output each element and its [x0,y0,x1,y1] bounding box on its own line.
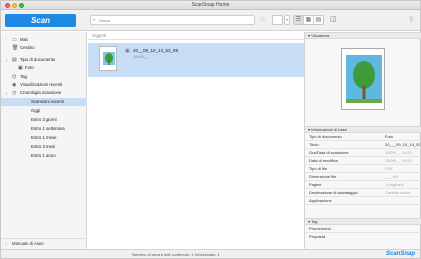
brand-logo: ScanSnap [386,251,416,257]
info-row-destination: Destinazione di salvataggio Cartella loca… [305,189,421,197]
info-row-scan-date: Ora/Data di scansione 10/09/__ 14:53 [305,149,421,157]
tag-icon: ⌬ [12,74,17,80]
share-icon[interactable]: ⇪ [408,14,415,26]
chevron-right-icon: › [5,241,7,246]
sidebar-item-1-year[interactable]: Entro 1 anno [1,152,87,160]
sidebar-item-recent-views[interactable]: ◉ Visualizzazioni recenti [1,81,87,89]
sidebar-item-trash[interactable]: 🗑 Cestino [1,44,87,52]
sidebar-item-recent-scans[interactable]: Scansioni recenti [1,98,87,106]
trash-icon: 🗑 [12,45,19,51]
status-bar: Numero di record dell contenuto: 1 Selez… [1,249,420,258]
photo-icon: ▣ [18,65,23,71]
list-item[interactable]: ▣ 20__09_10_14_53_59 10/09/__ [88,43,304,77]
scan-button[interactable]: Scan [5,14,76,27]
info-row-modified-date: Data di modifica 10/09/__ 14:53 [305,157,421,165]
list-view-icon[interactable]: ☰ [294,16,304,24]
tag-section-header[interactable]: ▾ Tag [305,218,421,225]
document-thumbnail [99,46,117,71]
sidebar-item-1-week[interactable]: Entro 1 settimana [1,125,87,133]
grid-view-icon[interactable]: ▦ [304,16,314,24]
search-box[interactable]: ⌕ [90,15,255,25]
clock-icon: ◷ [12,90,17,96]
info-row-doc-type: Tipo di documento Foto [305,133,421,141]
info-row-pages: Pagine 1 pagina/e [305,181,421,189]
list-header: Oggetti [88,32,304,40]
star-icon[interactable]: ☆ [259,15,266,25]
status-text: Numero di record dell contenuto: 1 Selez… [132,252,220,257]
chevron-down-icon[interactable]: ⌄ [5,56,8,64]
preview-image [341,48,385,110]
sidebar-item-1-month[interactable]: Entro 1 mese [1,134,87,142]
details-panel: ▾ Visualizza ▾ Informazioni di base Tipo… [304,32,421,249]
document-icon: ▤ [12,57,17,63]
sidebar-item-today[interactable]: Oggi [1,107,87,115]
computer-icon: ▭ [12,37,17,43]
toolbar: Scan ⌕ ☆ ▾ ☰ ▦ ▤ ◫ ⇪ [1,10,420,31]
sidebar-item-photo[interactable]: ▣ Foto [1,64,87,72]
sidebar: › ▭ Mac 🗑 Cestino ⌄ ▤ Tipo di documento … [1,32,87,249]
sidebar-item-document-type[interactable]: ⌄ ▤ Tipo di documento [1,56,87,64]
help-manual-link[interactable]: › Manuale di Aiuto [1,238,87,248]
view-mode-group: ☰ ▦ ▤ [293,15,324,25]
window-title: ScanSnap Home [191,2,230,8]
title-bar: ScanSnap Home [1,1,420,10]
large-grid-icon[interactable]: ▤ [314,16,323,24]
item-title: 20__09_10_14_53_59 [133,48,179,53]
info-section-header[interactable]: ▾ Informazioni di base [305,126,421,133]
chevron-down-icon[interactable]: ▾ [284,15,290,25]
sidebar-item-3-days[interactable]: Entro 3 giorni [1,116,87,124]
sidebar-item-tag[interactable]: ⌬ Tag [1,73,87,81]
search-icon: ⌕ [93,17,96,23]
sidebar-item-mac[interactable]: › ▭ Mac [1,36,87,44]
content-list: Oggetti ▣ 20__09_10_14_53_59 10/09/__ [88,32,304,249]
app-window: ScanSnap Home Scan ⌕ ☆ ▾ ☰ ▦ ▤ ◫ ⇪ › ▭ M… [0,0,421,259]
search-input[interactable] [99,16,249,24]
info-row-memo[interactable]: Promemoria [305,225,421,233]
panel-toggle-icon[interactable]: ◫ [330,15,339,25]
filter-button[interactable] [272,15,283,25]
sidebar-item-3-months[interactable]: Entro 3 mesi [1,143,87,151]
photo-icon: ▣ [125,48,130,54]
eye-icon: ◉ [12,82,17,88]
info-row-properties[interactable]: Proprietà [305,233,421,241]
chevron-right-icon[interactable]: › [5,36,6,44]
item-date: 10/09/__ [133,54,149,59]
info-row-application: Applicazione [305,197,421,205]
preview-section-header[interactable]: ▾ Visualizza [305,32,421,39]
info-row-file-type: Tipo di file PDF [305,165,421,173]
sidebar-item-scan-history[interactable]: ⌄ ◷ Cronologia scansione [1,89,87,97]
chevron-down-icon[interactable]: ⌄ [5,89,8,97]
info-row-file-size: Dimensione file ___ KB [305,173,421,181]
info-row-title: Titolo20___09_10_14_53_59 [305,141,421,149]
